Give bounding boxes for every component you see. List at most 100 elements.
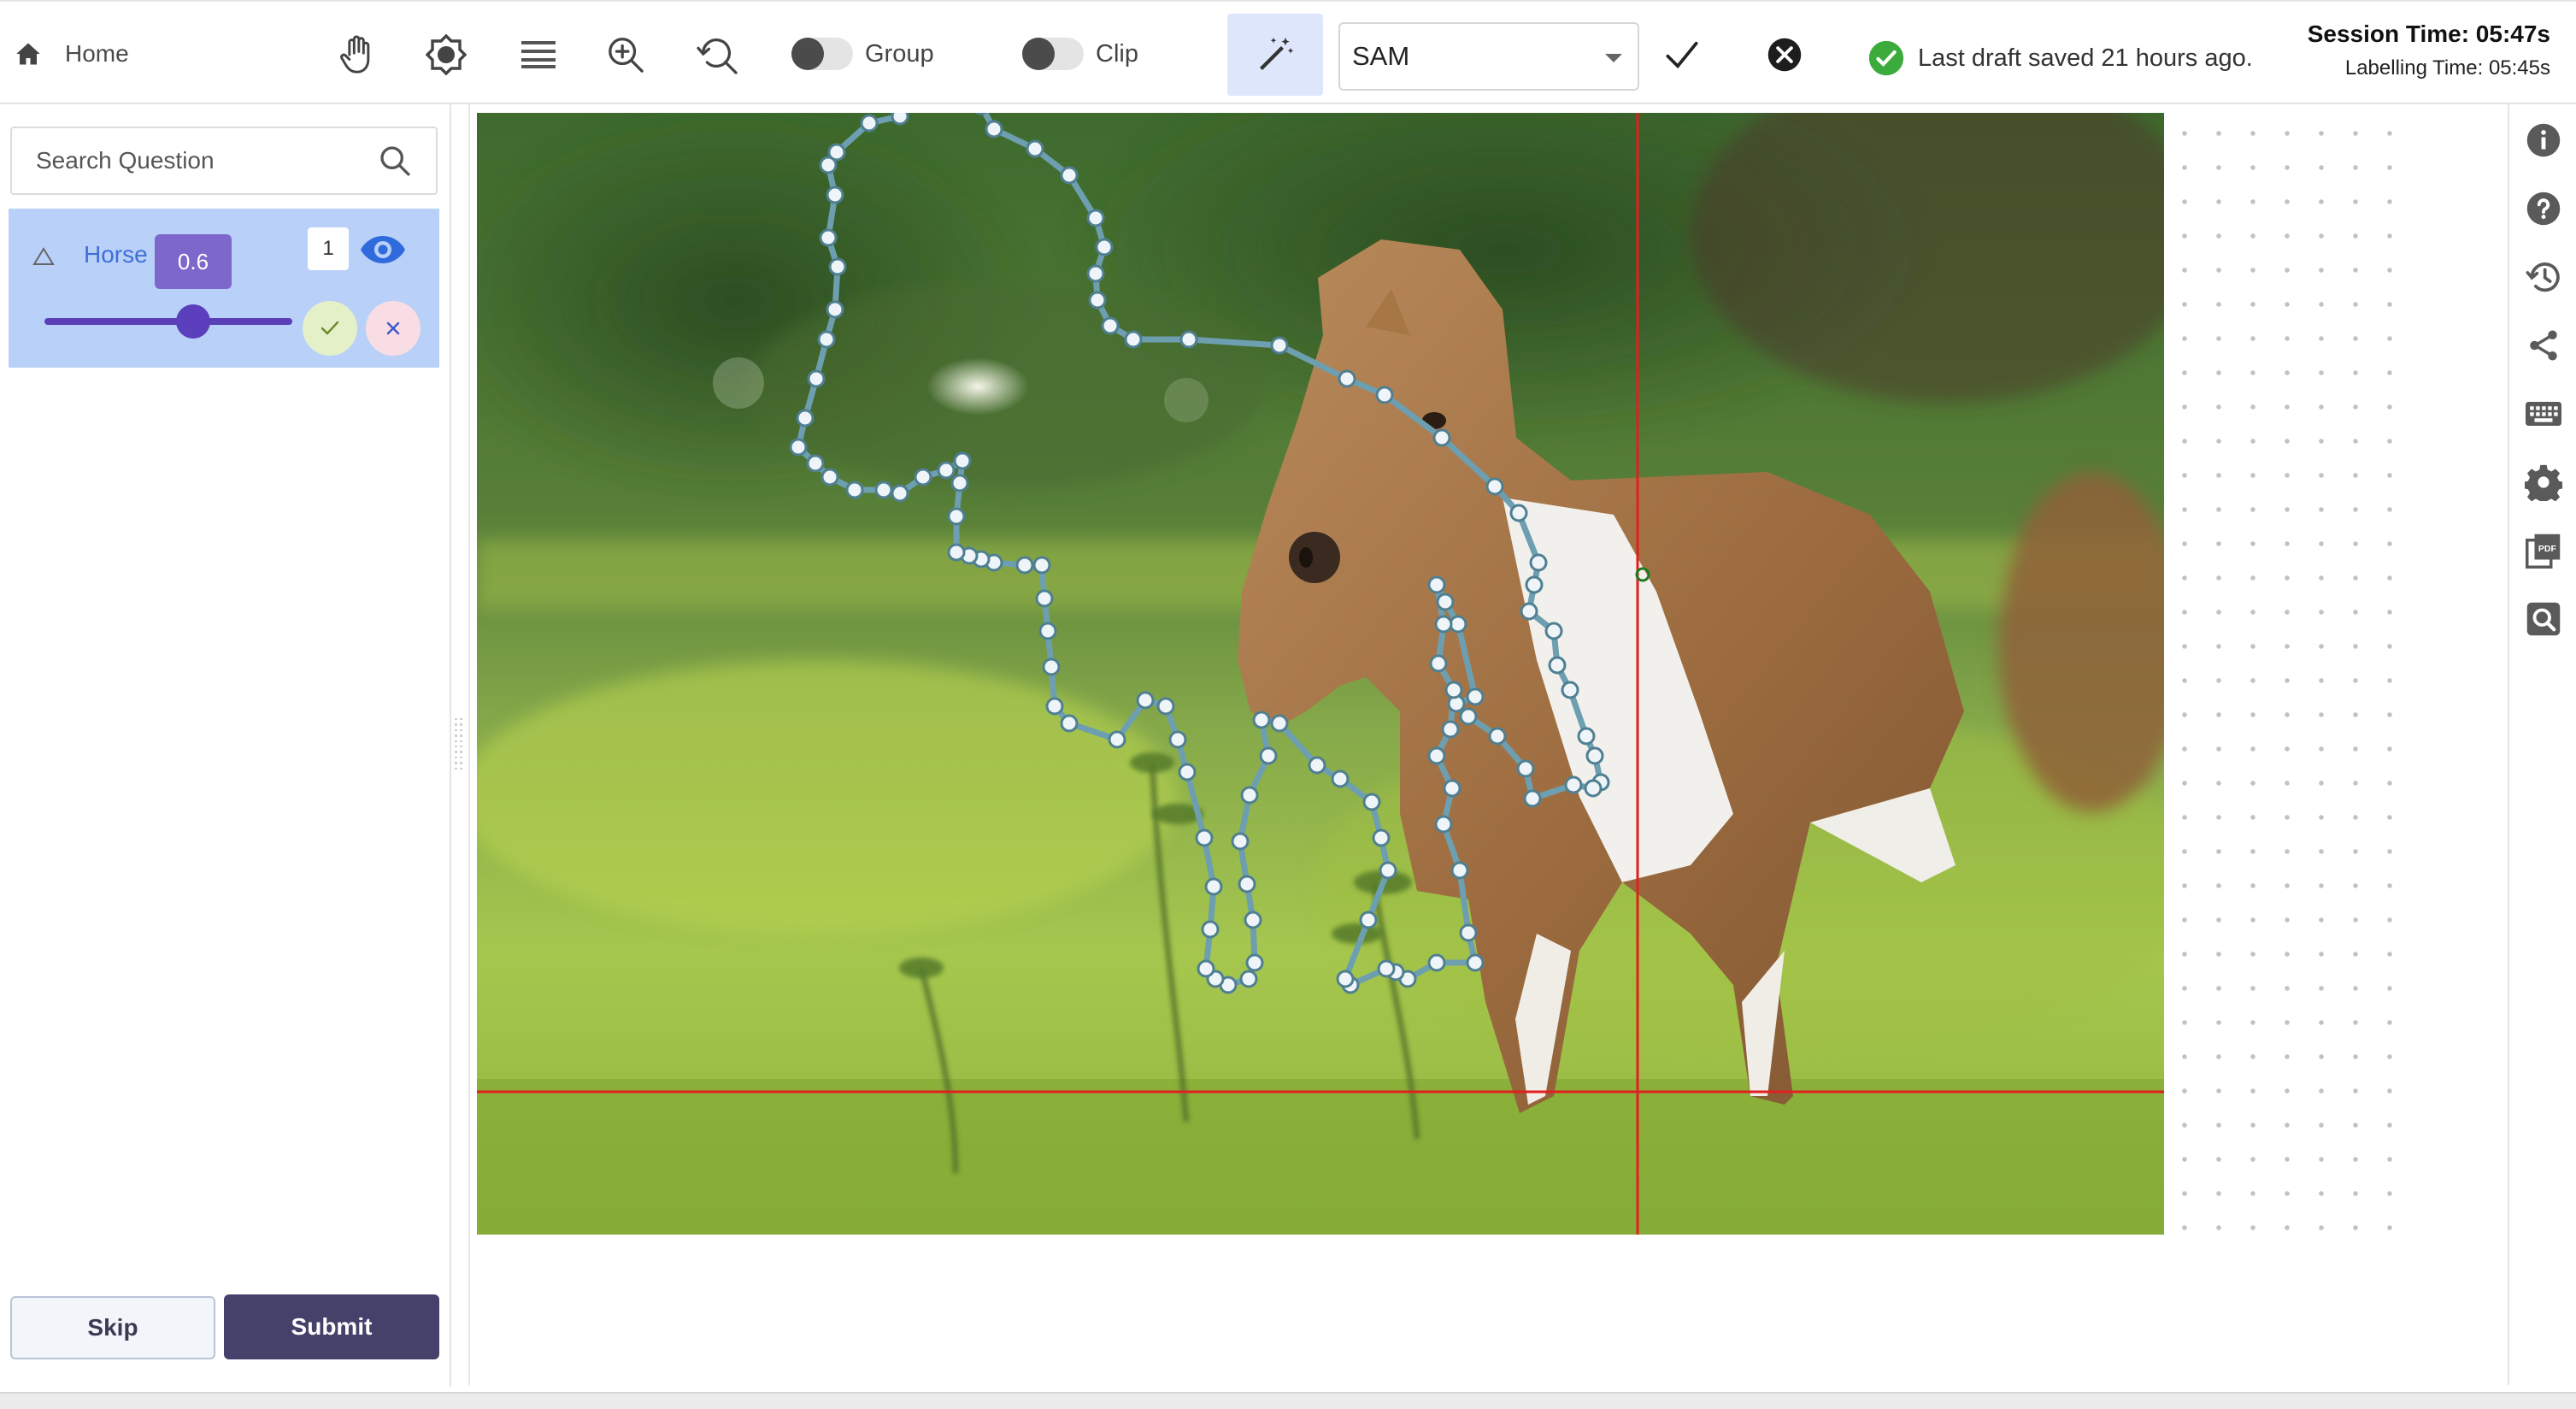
slider-track[interactable] [44,318,292,325]
polygon-vertex[interactable] [1434,615,1453,634]
polygon-vertex[interactable] [1308,756,1326,775]
polygon-vertex[interactable] [1488,727,1507,746]
polygon-vertex[interactable] [947,507,966,526]
polygon-vertex[interactable] [1548,656,1567,675]
polygon-vertex[interactable] [1525,575,1544,594]
group-toggle[interactable]: Group [791,34,934,74]
document-search-button[interactable] [2525,600,2562,638]
polygon-vertex[interactable] [1466,687,1485,706]
clip-switch[interactable] [1022,38,1084,70]
polygon-vertex[interactable] [1245,953,1264,972]
polygon-vertex[interactable] [950,474,969,492]
polygon-vertex[interactable] [1270,714,1289,733]
panel-resize-handle[interactable] [453,718,465,770]
polygon-vertex[interactable] [1244,911,1262,929]
polygon-vertex[interactable] [1564,775,1583,794]
polygon-vertex[interactable] [1427,953,1446,972]
polygon-vertex[interactable] [874,480,893,499]
polygon-vertex[interactable] [1197,959,1215,978]
export-pdf-button[interactable]: PDF [2525,532,2562,569]
polygon-vertex[interactable] [789,438,808,457]
polygon-vertex[interactable] [1449,615,1467,634]
polygon-vertex[interactable] [1485,477,1504,496]
polygon-vertex[interactable] [1436,592,1455,611]
polygon-vertex[interactable] [1441,720,1460,739]
help-button[interactable] [2525,190,2562,227]
polygon-vertex[interactable] [985,120,1003,139]
polygon-vertex[interactable] [1375,386,1394,404]
history-button[interactable] [2525,258,2562,296]
polygon-vertex[interactable] [1038,622,1057,640]
label-item-horse[interactable]: Horse 1 0.6 [9,209,439,368]
slider-thumb[interactable] [176,304,210,339]
polygon-vertex[interactable] [1124,330,1143,349]
polygon-vertex[interactable] [1195,828,1214,847]
polygon-vertex[interactable] [1444,681,1463,699]
zoom-reset-button[interactable] [691,27,745,82]
settings-button[interactable] [2525,463,2562,501]
polygon-vertex[interactable] [1060,714,1079,733]
eye-icon[interactable] [359,229,407,270]
polygon-vertex[interactable] [953,451,972,470]
accept-label-button[interactable] [303,301,357,356]
cancel-button[interactable] [1757,27,1812,82]
share-button[interactable] [2525,327,2562,364]
polygon-vertex[interactable] [860,114,879,133]
polygon-vertex[interactable] [1429,654,1448,673]
polygon-vertex[interactable] [1336,970,1355,988]
polygon-vertex[interactable] [1178,763,1197,781]
home-link[interactable]: Home [15,32,129,75]
polygon-vertex[interactable] [1577,727,1596,746]
reject-label-button[interactable] [366,301,421,356]
polygon-vertex[interactable] [820,468,839,486]
polygon-vertex[interactable] [806,454,825,473]
polygon-vertex[interactable] [1509,504,1528,522]
polygon-vertex[interactable] [1377,959,1396,978]
polygon-vertex[interactable] [1520,602,1538,621]
brightness-tool-button[interactable] [419,27,473,82]
polygon-vertex[interactable] [828,257,847,276]
polygon-vertex[interactable] [1427,575,1446,594]
polygon-vertex[interactable] [1459,707,1478,726]
polygon-vertex[interactable] [1095,238,1114,256]
search-icon[interactable] [378,144,412,178]
confirm-button[interactable] [1655,27,1709,82]
polygon-vertex[interactable] [1168,730,1187,749]
polygon-vertex[interactable] [1372,828,1391,847]
polygon-vertex[interactable] [1362,793,1381,811]
polygon-vertex[interactable] [1252,710,1271,729]
polygon-vertex[interactable] [1239,970,1258,988]
polygon-vertex[interactable] [1204,877,1223,896]
polygon-vertex[interactable] [1231,832,1250,851]
polygon-vertex[interactable] [1035,589,1054,608]
polygon-vertex[interactable] [1516,759,1535,778]
keyboard-shortcuts-button[interactable] [2525,395,2562,433]
polygon-vertex[interactable] [1156,697,1175,716]
polygon-vertex[interactable] [826,300,844,319]
polygon-vertex[interactable] [1523,789,1542,808]
polygon-vertex[interactable] [845,480,864,499]
polygon-vertex[interactable] [1443,779,1461,798]
polygon-vertex[interactable] [891,113,909,126]
horizontal-scrollbar[interactable] [0,1392,2576,1409]
polygon-vertex[interactable] [1561,681,1579,699]
zoom-in-button[interactable] [598,27,653,82]
polygon-vertex[interactable] [817,330,836,349]
label-name[interactable]: Horse [84,241,148,268]
polygon-vertex[interactable] [1060,166,1079,185]
polygon-vertex[interactable] [1086,264,1105,283]
layers-tool-button[interactable] [511,27,566,82]
polygon-vertex[interactable] [891,484,909,503]
polygon-vertex[interactable] [937,461,956,480]
polygon-vertex[interactable] [1434,815,1453,834]
polygon-vertex[interactable] [1108,730,1126,749]
clip-toggle[interactable]: Clip [1022,34,1138,74]
polygon-vertex[interactable] [1466,953,1485,972]
polygon-vertex[interactable] [1270,336,1289,355]
threshold-slider[interactable]: 0.6 [44,234,292,339]
pan-tool-button[interactable] [330,27,385,82]
polygon-vertex[interactable] [1201,920,1220,939]
annotation-image[interactable] [477,113,2164,1235]
polygon-vertex[interactable] [819,228,838,247]
polygon-vertex[interactable] [1240,786,1259,805]
